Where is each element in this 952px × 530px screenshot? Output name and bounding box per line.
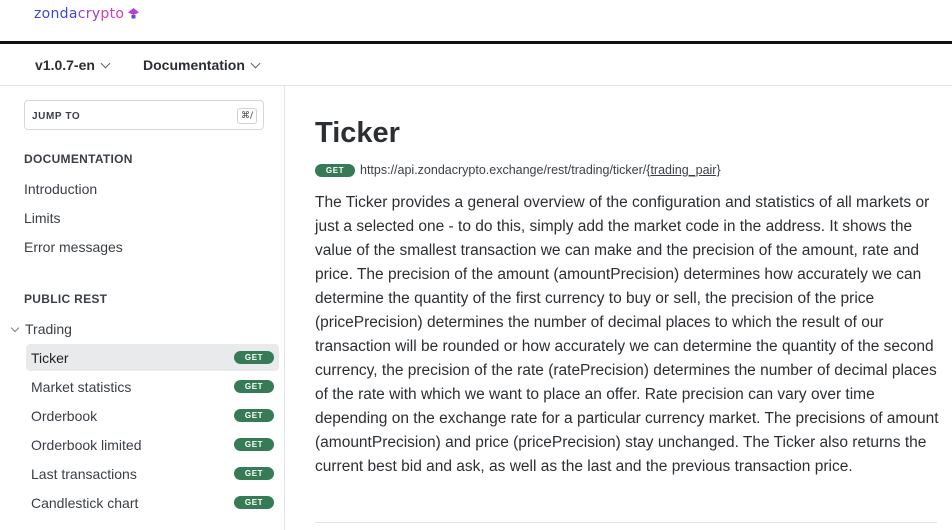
logo-mark-icon: [128, 8, 139, 19]
sidebar-item-introduction[interactable]: Introduction: [24, 181, 97, 197]
sidebar-group-trading[interactable]: Trading: [10, 321, 72, 337]
sidebar-item-last-transactions[interactable]: Last transactions GET: [26, 460, 279, 487]
chevron-down-icon: [10, 323, 20, 332]
main-content: Ticker GET https://api.zondacrypto.excha…: [315, 86, 939, 530]
endpoint-description: The Ticker provides a general overview o…: [315, 194, 939, 475]
version-label: v1.0.7-en: [35, 57, 95, 73]
endpoint-label: Orderbook limited: [31, 437, 142, 453]
jump-to-search[interactable]: JUMP TO ⌘/: [24, 100, 264, 130]
top-bar: zondacrypto: [0, 0, 952, 41]
jump-to-label: JUMP TO: [32, 111, 81, 122]
endpoint-label: Last transactions: [31, 466, 137, 482]
endpoint-url-param[interactable]: {trading_pair}: [646, 163, 720, 177]
method-badge: GET: [234, 467, 274, 480]
section-label: Documentation: [143, 57, 245, 73]
method-badge: GET: [234, 409, 274, 422]
logo-text-part3: pto: [100, 6, 125, 22]
logo[interactable]: zondacrypto: [34, 6, 124, 22]
logo-text-part1: zonda: [34, 6, 78, 22]
section-dropdown[interactable]: Documentation: [143, 57, 261, 73]
keyboard-shortcut-badge: ⌘/: [236, 108, 257, 124]
sidebar-item-ticker[interactable]: Ticker GET: [26, 344, 279, 371]
method-badge: GET: [234, 438, 274, 451]
method-badge: GET: [234, 351, 274, 364]
endpoint-url-row: GET https://api.zondacrypto.exchange/res…: [315, 163, 721, 177]
sidebar-item-candlestick-chart[interactable]: Candlestick chart GET: [26, 489, 279, 516]
version-dropdown[interactable]: v1.0.7-en: [35, 57, 111, 73]
logo-text-part2: cry: [77, 6, 101, 22]
sidebar-item-orderbook[interactable]: Orderbook GET: [26, 402, 279, 429]
sidebar-item-limits[interactable]: Limits: [24, 210, 61, 226]
page-title: Ticker: [315, 117, 400, 149]
section-divider: [315, 522, 937, 523]
sidebar-item-orderbook-limited[interactable]: Orderbook limited GET: [26, 431, 279, 458]
endpoint-label: Market statistics: [31, 379, 132, 395]
method-badge: GET: [234, 380, 274, 393]
endpoint-label: Orderbook: [31, 408, 98, 424]
chevron-down-icon: [250, 58, 261, 68]
chevron-down-icon: [100, 58, 111, 68]
public-rest-heading: PUBLIC REST: [24, 292, 108, 306]
sidebar-item-error-messages[interactable]: Error messages: [24, 239, 123, 255]
sidebar: JUMP TO ⌘/ DOCUMENTATION Introduction Li…: [0, 86, 285, 530]
group-label: Trading: [25, 321, 72, 337]
method-badge: GET: [234, 496, 274, 509]
endpoint-label: Candlestick chart: [31, 495, 139, 511]
method-badge: GET: [315, 163, 355, 177]
sub-navigation: v1.0.7-en Documentation: [0, 44, 952, 86]
sidebar-item-market-statistics[interactable]: Market statistics GET: [26, 373, 279, 400]
documentation-heading: DOCUMENTATION: [24, 152, 133, 166]
endpoint-url: https://api.zondacrypto.exchange/rest/tr…: [360, 163, 647, 177]
endpoint-label: Ticker: [31, 350, 69, 366]
